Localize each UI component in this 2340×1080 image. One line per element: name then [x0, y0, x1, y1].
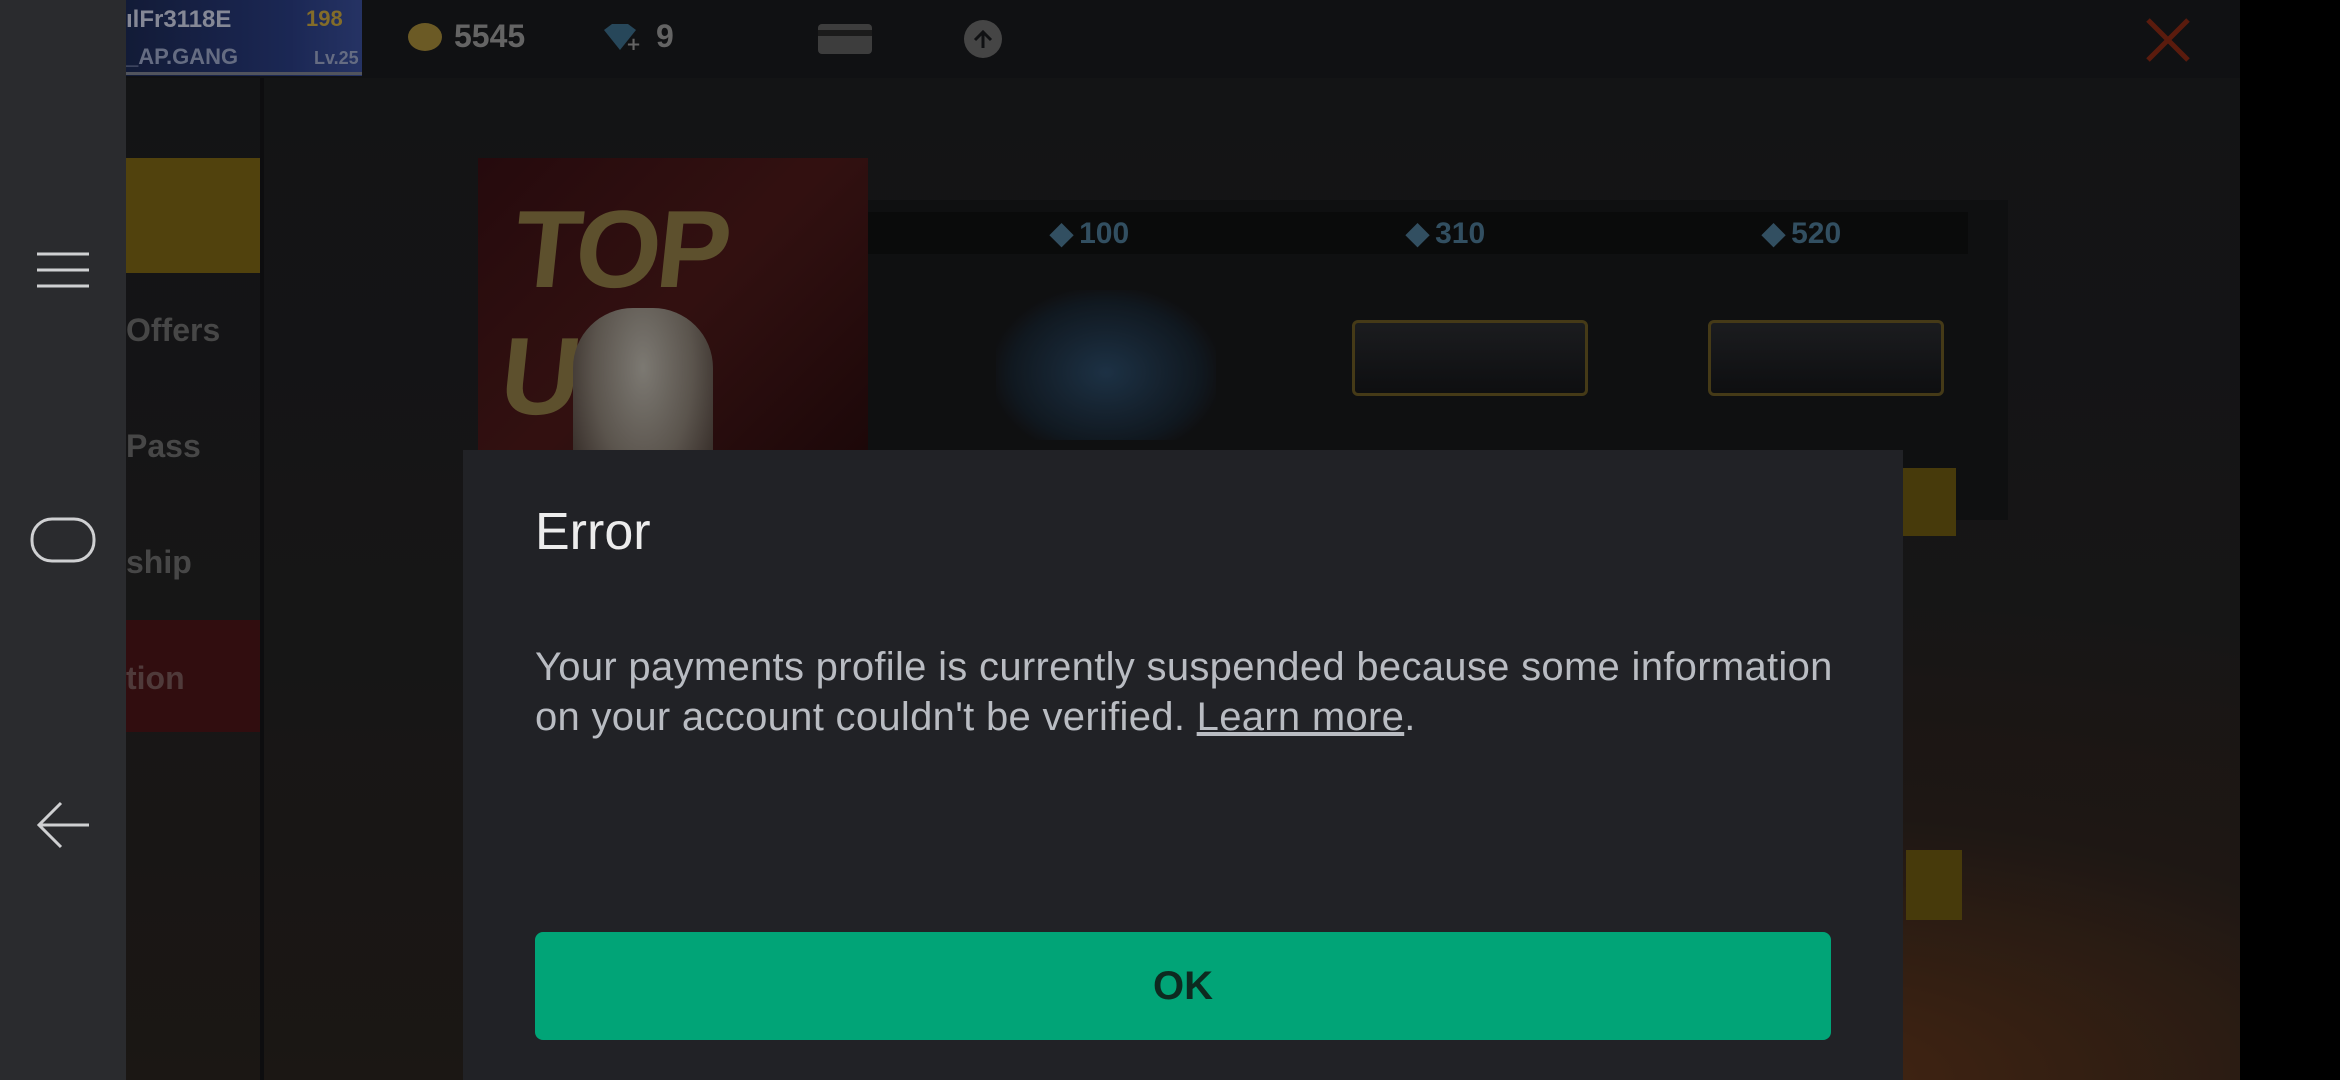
home-icon — [30, 517, 96, 563]
dialog-title: Error — [535, 503, 651, 561]
ok-button[interactable]: OK — [535, 932, 1831, 1040]
back-button[interactable] — [0, 795, 126, 855]
home-button[interactable] — [0, 510, 126, 570]
back-icon — [36, 801, 89, 849]
error-dialog: Error Your payments profile is currently… — [463, 450, 1903, 1080]
screen-edge — [2240, 0, 2340, 1080]
menu-icon — [37, 252, 89, 288]
dialog-message-end: . — [1404, 695, 1416, 739]
dialog-message: Your payments profile is currently suspe… — [535, 642, 1835, 742]
dialog-message-text: Your payments profile is currently suspe… — [535, 645, 1833, 739]
learn-more-link[interactable]: Learn more — [1197, 695, 1405, 739]
recents-button[interactable] — [0, 240, 126, 300]
system-nav-bar — [0, 0, 126, 1080]
